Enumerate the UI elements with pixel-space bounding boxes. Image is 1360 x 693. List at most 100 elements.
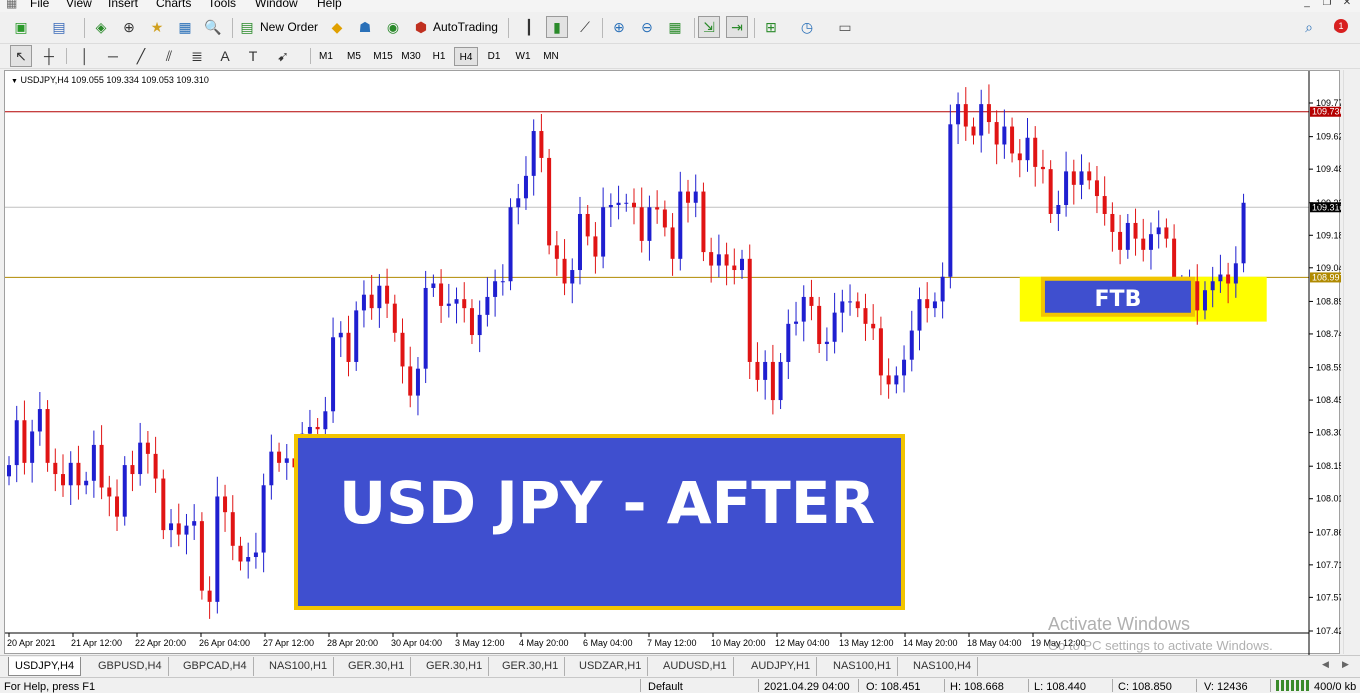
date-tick-label: 13 May 12:00 [839, 638, 894, 648]
tab-scroll-left-icon[interactable]: ◀ [1322, 659, 1329, 670]
candle-body [169, 523, 174, 531]
tab-scroll-right-icon[interactable]: ▶ [1342, 659, 1349, 670]
timeframe-h1[interactable]: H1 [428, 47, 450, 66]
horizontal-line-icon[interactable]: ─ [102, 45, 124, 67]
status-profile[interactable]: Default [648, 681, 683, 693]
candle-body [1148, 234, 1153, 250]
candle-body [192, 521, 197, 526]
menu-charts[interactable]: Charts [156, 0, 191, 10]
tab-ger30-h1-b[interactable]: GER.30,H1 [420, 657, 490, 676]
candlestick-icon[interactable]: ▮ [546, 16, 568, 38]
new-chart-icon[interactable]: ▣ [10, 16, 32, 38]
candle-body [1094, 180, 1099, 197]
profiles-icon[interactable]: ▤ [48, 16, 70, 38]
vertical-line-icon[interactable]: │ [74, 45, 96, 67]
tab-gbpusd-h4[interactable]: GBPUSD,H4 [92, 657, 169, 676]
market-watch-icon[interactable]: ◈ [90, 16, 112, 38]
auto-scroll-icon[interactable]: ⇲ [698, 16, 720, 38]
menu-insert[interactable]: Insert [108, 0, 138, 10]
tab-audusd-h1[interactable]: AUDUSD,H1 [657, 657, 734, 676]
zoom-in-icon[interactable]: ⊕ [608, 16, 630, 38]
search-icon[interactable]: ⌕ [1298, 16, 1320, 38]
timeframe-m5[interactable]: M5 [342, 47, 366, 66]
menu-help[interactable]: Help [317, 0, 342, 10]
menu-file[interactable]: File [30, 0, 49, 10]
candle-body [740, 258, 745, 271]
fibonacci-icon[interactable]: ≣ [186, 45, 208, 67]
trendline-icon[interactable]: ╱ [130, 45, 152, 67]
candle-body [925, 299, 930, 309]
crosshair-icon[interactable]: ⊕ [118, 16, 140, 38]
menu-tools[interactable]: Tools [208, 0, 236, 10]
strategy-tester-icon[interactable]: 🔍 [202, 16, 224, 38]
candle-body [1017, 153, 1022, 161]
tab-usdzar-h1[interactable]: USDZAR,H1 [573, 657, 649, 676]
new-order-button[interactable]: New Order [260, 20, 318, 34]
templates-icon[interactable]: ▭ [834, 16, 856, 38]
candle-body [331, 337, 336, 412]
tab-nas100-h1-b[interactable]: NAS100,H1 [827, 657, 899, 676]
bar-chart-icon[interactable]: ┃ [518, 16, 540, 38]
status-open: O: 108.451 [866, 681, 921, 693]
periods-icon[interactable]: ◷ [796, 16, 818, 38]
candle-body [138, 442, 143, 475]
price-chart[interactable]: 109.736108.997109.310 109.775109.625109.… [5, 71, 1341, 655]
navigator-icon[interactable]: ★ [146, 16, 168, 38]
vps-icon[interactable]: ◉ [382, 16, 404, 38]
cursor-icon[interactable]: ↖ [10, 45, 32, 67]
chart-window[interactable]: 109.736108.997109.310 109.775109.625109.… [4, 70, 1341, 655]
date-tick-label: 6 May 04:00 [583, 638, 633, 648]
candle-body [122, 465, 127, 517]
tab-ger30-h1-a[interactable]: GER.30,H1 [342, 657, 412, 676]
tab-usdjpy-h4[interactable]: USDJPY,H4 [8, 657, 82, 676]
text-label-icon[interactable]: T [242, 45, 264, 67]
tab-gbpcad-h4[interactable]: GBPCAD,H4 [177, 657, 254, 676]
indicators-icon[interactable]: ⊞ [760, 16, 782, 38]
date-tick-label: 4 May 20:00 [519, 638, 569, 648]
candle-body [1064, 171, 1069, 206]
collapse-triangle-icon[interactable]: ▼ [11, 78, 18, 85]
crosshair-tool-icon[interactable]: ┼ [38, 45, 60, 67]
candle-body [76, 462, 81, 486]
tile-windows-icon[interactable]: ▦ [664, 16, 686, 38]
arrows-icon[interactable]: ➹ [272, 45, 294, 67]
autotrading-button[interactable]: AutoTrading [433, 20, 498, 34]
tab-ger30-h1-c[interactable]: GER.30,H1 [496, 657, 566, 676]
metaeditor-icon[interactable]: ◆ [326, 16, 348, 38]
candle-body [878, 328, 883, 376]
timeframe-h4[interactable]: H4 [454, 47, 478, 66]
terminal-icon[interactable]: ▦ [174, 16, 196, 38]
timeframe-mn[interactable]: MN [538, 47, 564, 66]
signals-icon[interactable]: ☗ [354, 16, 376, 38]
app-icon[interactable]: ▦ [6, 0, 17, 10]
vertical-scrollbar[interactable] [1343, 70, 1360, 654]
menu-view[interactable]: View [66, 0, 92, 10]
autotrading-icon[interactable]: ⬢ [410, 16, 432, 38]
tab-nas100-h1[interactable]: NAS100,H1 [263, 657, 335, 676]
timeframe-m30[interactable]: M30 [398, 47, 424, 66]
close-icon[interactable]: ✕ [1340, 0, 1354, 9]
candle-body [840, 301, 845, 313]
line-chart-icon[interactable]: ⟋ [574, 16, 596, 38]
price-tick-label: 108.745 [1316, 329, 1341, 339]
minimize-icon[interactable]: _ [1300, 0, 1314, 9]
price-tick-label: 108.450 [1316, 395, 1341, 405]
candle-body [817, 305, 822, 345]
timeframe-d1[interactable]: D1 [482, 47, 506, 66]
candle-body [223, 496, 228, 513]
candle-body [30, 431, 35, 463]
candle-body [261, 485, 266, 553]
timeframe-m15[interactable]: M15 [370, 47, 396, 66]
channel-icon[interactable]: ⫽ [158, 45, 180, 67]
new-order-icon[interactable]: ▤ [236, 16, 258, 38]
candle-body [1071, 171, 1076, 185]
timeframe-m1[interactable]: M1 [314, 47, 338, 66]
chart-shift-icon[interactable]: ⇥ [726, 16, 748, 38]
text-tool-icon[interactable]: A [214, 45, 236, 67]
tab-nas100-h4[interactable]: NAS100,H4 [907, 657, 979, 676]
zoom-out-icon[interactable]: ⊖ [636, 16, 658, 38]
tab-audjpy-h1[interactable]: AUDJPY,H1 [745, 657, 818, 676]
restore-icon[interactable]: ❐ [1320, 0, 1334, 9]
timeframe-w1[interactable]: W1 [510, 47, 536, 66]
menu-window[interactable]: Window [255, 0, 298, 10]
